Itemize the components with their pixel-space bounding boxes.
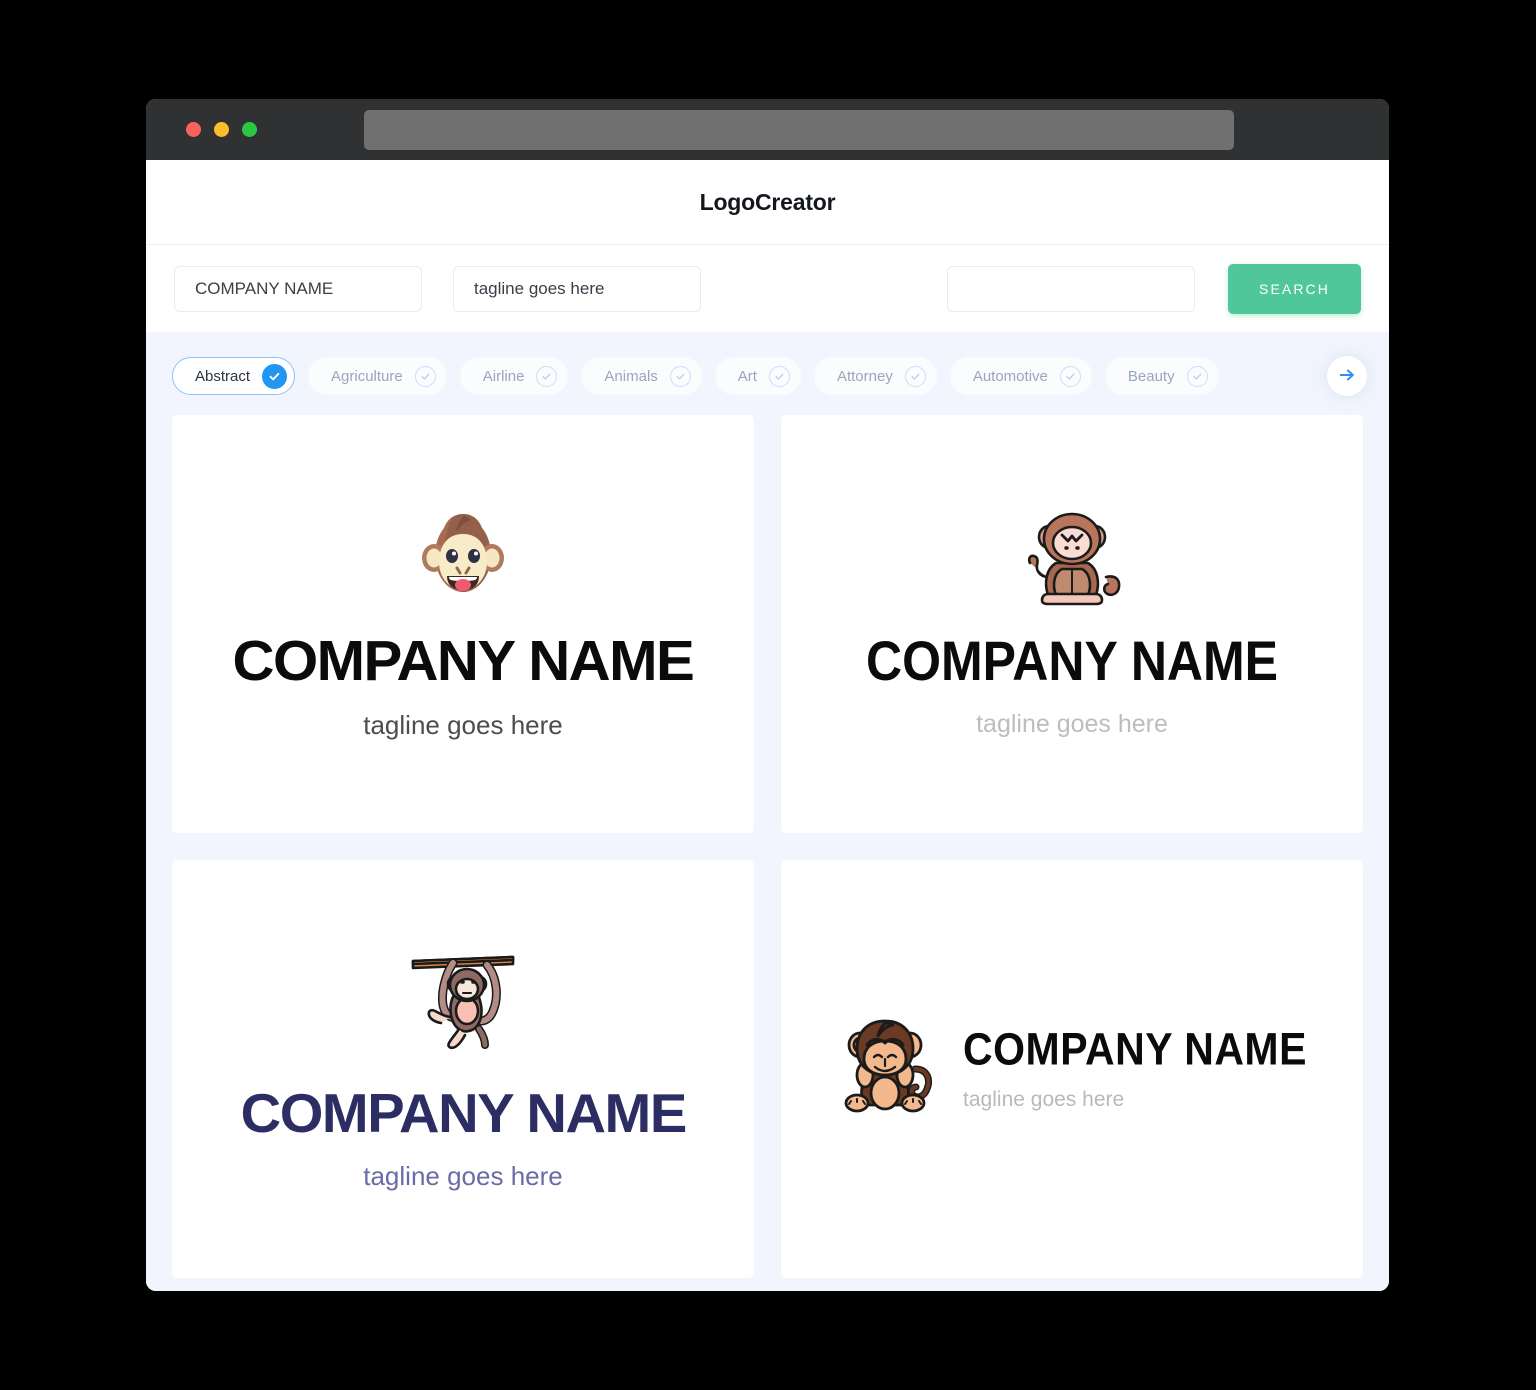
check-circle-icon bbox=[904, 365, 926, 387]
logo-text-block: COMPANY NAME tagline goes here bbox=[963, 1023, 1307, 1111]
category-pill-abstract[interactable]: Abstract bbox=[172, 357, 296, 395]
check-circle-icon bbox=[536, 365, 558, 387]
maximize-window-button[interactable] bbox=[242, 122, 257, 137]
category-pill-agriculture[interactable]: Agriculture bbox=[308, 357, 447, 395]
logo-tagline: tagline goes here bbox=[963, 1087, 1125, 1111]
browser-window: LogoCreator SEARCH Abstract Agriculture bbox=[146, 99, 1389, 1291]
logo-company-name: COMPANY NAME bbox=[232, 629, 695, 693]
search-toolbar: SEARCH bbox=[146, 245, 1389, 332]
screenshot-stage: LogoCreator SEARCH Abstract Agriculture bbox=[0, 0, 1536, 1390]
monkey-face-icon bbox=[413, 510, 513, 611]
logo-company-name: COMPANY NAME bbox=[865, 629, 1279, 693]
logo-preview: COMPANY NAME tagline goes here bbox=[837, 1017, 1307, 1122]
category-pill-label: Airline bbox=[482, 367, 525, 385]
logo-card[interactable]: COMPANY NAME tagline goes here bbox=[781, 415, 1363, 833]
check-circle-icon bbox=[262, 363, 288, 389]
logo-company-name: COMPANY NAME bbox=[963, 1023, 1307, 1074]
logo-tagline: tagline goes here bbox=[363, 1161, 563, 1191]
logo-card[interactable]: COMPANY NAME tagline goes here bbox=[172, 860, 754, 1278]
check-circle-icon bbox=[669, 365, 691, 387]
category-pill-automotive[interactable]: Automotive bbox=[949, 357, 1092, 395]
category-pill-airline[interactable]: Airline bbox=[459, 357, 569, 395]
company-name-input[interactable] bbox=[174, 265, 422, 312]
search-button[interactable]: SEARCH bbox=[1228, 263, 1361, 314]
check-circle-icon bbox=[414, 365, 436, 387]
logo-tagline: tagline goes here bbox=[976, 710, 1168, 738]
results-area: Abstract Agriculture Airline Animals Art… bbox=[146, 332, 1389, 1291]
app-brand-title: LogoCreator bbox=[699, 188, 836, 215]
category-pill-attorney[interactable]: Attorney bbox=[813, 357, 937, 395]
window-traffic-lights bbox=[186, 122, 257, 137]
hanging-monkey-branch-icon bbox=[407, 949, 519, 1058]
category-pill-label: Automotive bbox=[972, 367, 1048, 385]
category-pill-beauty[interactable]: Beauty bbox=[1104, 357, 1219, 395]
arrow-right-icon bbox=[1338, 366, 1356, 387]
logo-results-grid: COMPANY NAME tagline goes here COMPANY N… bbox=[172, 415, 1363, 1278]
category-pill-animals[interactable]: Animals bbox=[581, 357, 702, 395]
check-circle-icon bbox=[768, 365, 790, 387]
next-categories-button[interactable] bbox=[1327, 356, 1367, 396]
logo-card[interactable]: COMPANY NAME tagline goes here bbox=[781, 860, 1363, 1278]
close-window-button[interactable] bbox=[186, 122, 201, 137]
logo-tagline: tagline goes here bbox=[363, 710, 563, 740]
category-pill-label: Art bbox=[737, 367, 757, 385]
category-pill-label: Agriculture bbox=[331, 367, 403, 385]
tagline-input[interactable] bbox=[453, 265, 701, 312]
check-circle-icon bbox=[1059, 365, 1081, 387]
category-filter-bar: Abstract Agriculture Airline Animals Art… bbox=[172, 354, 1367, 398]
check-circle-icon bbox=[1186, 365, 1208, 387]
logo-card[interactable]: COMPANY NAME tagline goes here bbox=[172, 415, 754, 833]
logo-preview: COMPANY NAME tagline goes here bbox=[233, 510, 695, 740]
category-pill-art[interactable]: Art bbox=[714, 357, 801, 395]
logo-preview: COMPANY NAME tagline goes here bbox=[240, 949, 687, 1191]
browser-titlebar bbox=[146, 99, 1389, 160]
category-pill-label: Attorney bbox=[836, 367, 893, 385]
browser-url-bar[interactable] bbox=[364, 109, 1234, 150]
logo-company-name: COMPANY NAME bbox=[240, 1082, 687, 1144]
keyword-input[interactable] bbox=[947, 265, 1195, 312]
app-header: LogoCreator bbox=[146, 160, 1389, 245]
minimize-window-button[interactable] bbox=[214, 122, 229, 137]
category-pill-label: Beauty bbox=[1127, 367, 1175, 385]
category-pill-label: Animals bbox=[604, 367, 658, 385]
category-pill-label: Abstract bbox=[195, 367, 251, 385]
sitting-monkey-waving-icon bbox=[1018, 511, 1126, 616]
sitting-monkey-icon bbox=[837, 1017, 937, 1122]
logo-preview: COMPANY NAME tagline goes here bbox=[866, 511, 1278, 737]
